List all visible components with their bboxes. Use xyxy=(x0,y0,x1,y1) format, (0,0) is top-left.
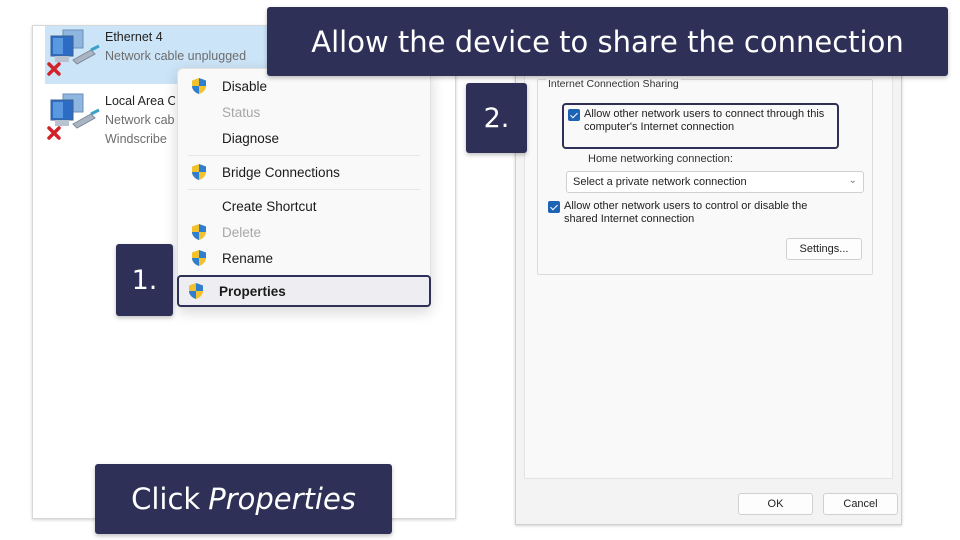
menu-item-bridge-connections[interactable]: Bridge Connections xyxy=(182,160,426,184)
chevron-down-icon: ⌄ xyxy=(848,175,857,186)
uac-shield-icon xyxy=(192,164,206,180)
properties-dialog: Internet Connection Sharing Allow other … xyxy=(515,70,902,525)
menu-item-create-shortcut[interactable]: Create Shortcut xyxy=(182,194,426,218)
adapter-status: Network cable unplugged xyxy=(105,113,175,127)
allow-connect-checkbox[interactable] xyxy=(568,109,580,121)
callout-prefix: Click xyxy=(131,482,201,516)
sharing-tab-body: Internet Connection Sharing Allow other … xyxy=(524,71,893,479)
allow-control-label-line1: Allow other network users to control or … xyxy=(564,200,808,212)
adapter-name: Ethernet 4 xyxy=(105,30,163,44)
menu-item-diagnose[interactable]: Diagnose xyxy=(182,126,426,150)
menu-item-label: Bridge Connections xyxy=(222,164,340,180)
menu-item-properties[interactable]: Properties xyxy=(177,275,431,307)
allow-connect-label-line2: computer's Internet connection xyxy=(584,121,735,133)
allow-control-checkbox-row[interactable]: Allow other network users to control or … xyxy=(548,200,807,226)
step-1-badge: 1. xyxy=(116,244,173,316)
allow-control-checkbox[interactable] xyxy=(548,201,560,213)
step-2-badge: 2. xyxy=(466,83,527,153)
select-value: Select a private network connection xyxy=(573,176,747,188)
callout-emphasis: Properties xyxy=(208,482,356,516)
menu-item-delete[interactable]: Delete xyxy=(182,220,426,244)
menu-separator xyxy=(188,189,420,190)
menu-item-label: Delete xyxy=(222,224,262,240)
adapter-device: Windscribe xyxy=(105,132,167,146)
adapter-name: Local Area Connection xyxy=(105,94,175,108)
context-menu: Disable Status Diagnose Bridge Connectio… xyxy=(177,68,431,308)
home-networking-select[interactable]: Select a private network connection ⌄ xyxy=(566,171,864,193)
ok-button[interactable]: OK xyxy=(738,493,813,515)
uac-shield-icon xyxy=(189,283,203,299)
menu-item-rename[interactable]: Rename xyxy=(182,246,426,270)
menu-item-label: Rename xyxy=(222,250,274,266)
ics-group: Internet Connection Sharing Allow other … xyxy=(537,78,873,275)
cancel-button[interactable]: Cancel xyxy=(823,493,898,515)
menu-item-label: Diagnose xyxy=(222,130,280,146)
allow-connect-checkbox-row[interactable]: Allow other network users to connect thr… xyxy=(568,108,824,134)
menu-item-disable[interactable]: Disable xyxy=(182,74,426,98)
step-2-label: 2. xyxy=(483,102,510,134)
adapter-status: Network cable unplugged xyxy=(105,49,247,63)
instruction-title-callout: Allow the device to share the connection xyxy=(267,7,948,76)
step-1-label: 1. xyxy=(131,264,158,296)
settings-button[interactable]: Settings... xyxy=(786,238,862,260)
group-title: Internet Connection Sharing xyxy=(546,78,681,90)
network-computer-disconnected-icon xyxy=(45,26,105,84)
instruction-title: Allow the device to share the connection xyxy=(311,24,904,59)
menu-item-status[interactable]: Status xyxy=(182,100,426,124)
network-computer-disconnected-icon xyxy=(45,90,105,148)
allow-connect-label-line1: Allow other network users to connect thr… xyxy=(584,108,825,120)
uac-shield-icon xyxy=(192,224,206,240)
menu-item-label: Disable xyxy=(222,78,268,94)
uac-shield-icon xyxy=(192,78,206,94)
click-properties-callout: Click Properties xyxy=(95,464,392,534)
menu-item-label: Status xyxy=(222,104,261,120)
uac-shield-icon xyxy=(192,250,206,266)
allow-control-label-line2: shared Internet connection xyxy=(564,213,695,225)
menu-separator xyxy=(188,155,420,156)
menu-item-label: Create Shortcut xyxy=(222,198,317,214)
home-networking-label: Home networking connection: xyxy=(588,153,733,165)
menu-item-label: Properties xyxy=(219,283,286,299)
